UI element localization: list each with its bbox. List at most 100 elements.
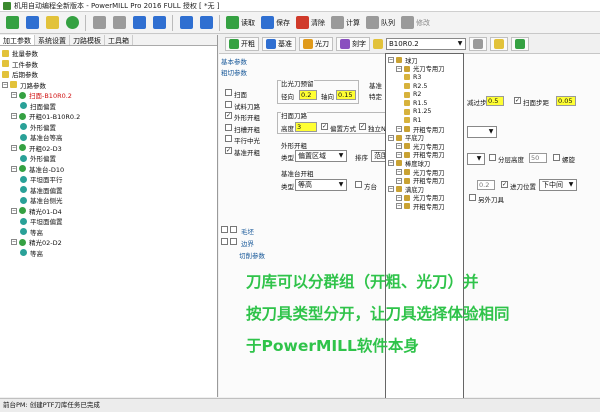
tree-item[interactable]: 后期参数 bbox=[2, 69, 215, 80]
feed-checkbox[interactable]: ✓ bbox=[501, 181, 508, 188]
pitch-checkbox[interactable]: ✓ bbox=[514, 97, 521, 104]
expand-toggle-icon[interactable]: − bbox=[11, 92, 17, 99]
tree-item[interactable]: 基准台等高 bbox=[2, 132, 215, 143]
section-roughing[interactable]: 粗切参数 bbox=[221, 67, 247, 77]
pitch-field[interactable]: 0.05 bbox=[556, 96, 576, 106]
expand-toggle-icon[interactable]: − bbox=[388, 134, 394, 141]
new-button[interactable] bbox=[3, 14, 21, 32]
tree-item[interactable]: − 扫面-B10R0.2 bbox=[2, 90, 215, 101]
modify-button[interactable]: 修改 bbox=[399, 14, 432, 32]
folder-button[interactable] bbox=[150, 14, 168, 32]
expand-toggle-icon[interactable]: − bbox=[396, 151, 402, 158]
operation-checkbox[interactable]: ✓ bbox=[225, 146, 232, 154]
type-select[interactable]: 偏置区域 ▼ bbox=[295, 150, 347, 162]
axial-field[interactable]: 0.15 bbox=[336, 90, 356, 100]
operation-checkbox[interactable] bbox=[225, 135, 232, 142]
tool-tree-item[interactable]: R1.25 bbox=[388, 108, 461, 117]
expand-toggle-icon[interactable]: − bbox=[11, 165, 17, 172]
next-button[interactable] bbox=[197, 14, 215, 32]
engrave-button[interactable]: 刻字 bbox=[336, 37, 370, 51]
independent-checkbox[interactable]: ✓ bbox=[359, 123, 366, 130]
sort2-select[interactable]: ▼ bbox=[467, 153, 485, 165]
expand-toggle-icon[interactable]: − bbox=[396, 65, 402, 72]
tree-item[interactable]: 平坦面平行 bbox=[2, 174, 215, 185]
tool-tree-item[interactable]: − 平底刀 bbox=[388, 133, 461, 142]
tool-tree-item[interactable]: − 开粗专用刀 bbox=[388, 125, 461, 134]
sides-field[interactable]: 0.2 bbox=[477, 180, 495, 190]
expand-toggle-icon[interactable]: − bbox=[396, 177, 402, 184]
tool-tree-item[interactable]: − 球刀 bbox=[388, 56, 461, 65]
tree-item[interactable]: 外形偏置 bbox=[2, 122, 215, 133]
expand-toggle-icon[interactable]: − bbox=[2, 81, 8, 88]
layer-height-checkbox[interactable] bbox=[489, 154, 496, 161]
extra-tool-checkbox[interactable] bbox=[469, 194, 476, 201]
first-button[interactable] bbox=[177, 14, 195, 32]
expand-toggle-icon[interactable]: − bbox=[396, 143, 402, 150]
tree-item[interactable]: 基准面偏置 bbox=[2, 185, 215, 196]
blank-checkbox-2[interactable] bbox=[230, 226, 237, 233]
finish-button[interactable]: 光刀 bbox=[299, 37, 333, 51]
tool-tree-item[interactable]: R2 bbox=[388, 90, 461, 99]
expand-toggle-icon[interactable]: − bbox=[11, 113, 17, 120]
tool-tree-item[interactable]: − 开粗专用刀 bbox=[388, 176, 461, 185]
tree-item[interactable]: 外形偏置 bbox=[2, 153, 215, 164]
tree-item[interactable]: 等高 bbox=[2, 227, 215, 238]
save-button[interactable]: 保存 bbox=[259, 14, 292, 32]
tree-item[interactable]: − 精光02-D2 bbox=[2, 237, 215, 248]
blank-checkbox[interactable] bbox=[221, 226, 228, 233]
tree-item[interactable]: 工件参数 bbox=[2, 59, 215, 70]
offset-mode-checkbox[interactable]: ✓ bbox=[321, 123, 328, 130]
expand-toggle-icon[interactable]: − bbox=[396, 203, 402, 210]
expand-toggle-icon[interactable]: − bbox=[388, 160, 394, 167]
tab-toolpath-templates[interactable]: 刀路模板 bbox=[70, 35, 105, 45]
tool-dropdown-list[interactable]: − 球刀 − 光刀专用刀 R3 R2.5 R2 R1.5 R1.25 R1− 开粗专用刀 − 平底刀 − 光… bbox=[385, 53, 464, 411]
tool-button[interactable] bbox=[90, 14, 108, 32]
tool-edit-button[interactable] bbox=[490, 37, 508, 51]
section-cut-params[interactable]: 切削参数 bbox=[239, 250, 265, 260]
feed-select[interactable]: 下中间 ▼ bbox=[539, 179, 577, 191]
expand-toggle-icon[interactable]: − bbox=[11, 207, 17, 214]
tree-item[interactable]: − 开粗01-B10R0.2 bbox=[2, 111, 215, 122]
tree-item[interactable]: − 基准台-D10 bbox=[2, 164, 215, 175]
tool-download-button[interactable] bbox=[511, 37, 529, 51]
tree-item[interactable]: − 开粗02-D3 bbox=[2, 143, 215, 154]
height-field[interactable]: 3 bbox=[295, 122, 317, 132]
tool-tree-item[interactable]: R1.5 bbox=[388, 99, 461, 108]
tree-item[interactable]: 批量参数 bbox=[2, 48, 215, 59]
mode-select[interactable]: ▼ bbox=[467, 126, 497, 138]
tool-tree-item[interactable]: − 满底刀 bbox=[388, 185, 461, 194]
expand-toggle-icon[interactable]: − bbox=[388, 186, 394, 193]
tree-item[interactable]: − 刀路参数 bbox=[2, 80, 215, 91]
tree-item[interactable]: 平坦面偏置 bbox=[2, 216, 215, 227]
boundary-checkbox-2[interactable] bbox=[230, 238, 237, 245]
layer-height-field[interactable]: 50 bbox=[529, 153, 547, 163]
tab-toolbox[interactable]: 工具箱 bbox=[105, 35, 133, 45]
square-checkbox[interactable] bbox=[355, 181, 362, 188]
play-button[interactable] bbox=[130, 14, 148, 32]
expand-toggle-icon[interactable]: − bbox=[396, 194, 402, 201]
cut-width-field[interactable]: 0.5 bbox=[486, 96, 504, 106]
load-button[interactable]: 读取 bbox=[224, 14, 257, 32]
clear-button[interactable]: 清除 bbox=[294, 14, 327, 32]
tree-button[interactable] bbox=[110, 14, 128, 32]
tree-item[interactable]: − 精光01-D4 bbox=[2, 206, 215, 217]
tree-item[interactable]: 基准台侧光 bbox=[2, 195, 215, 206]
tool-tree-item[interactable]: R1 bbox=[388, 116, 461, 125]
calc-button[interactable]: 计算 bbox=[329, 14, 362, 32]
expand-toggle-icon[interactable]: − bbox=[388, 57, 394, 64]
expand-toggle-icon[interactable]: − bbox=[11, 144, 17, 151]
settings-button[interactable] bbox=[43, 14, 61, 32]
tool-tree-item[interactable]: R2.5 bbox=[388, 82, 461, 91]
operation-checkbox[interactable] bbox=[225, 123, 232, 131]
tool-tree-item[interactable]: − 棒度球刀 bbox=[388, 159, 461, 168]
rough-button[interactable]: 开粗 bbox=[225, 37, 259, 51]
tool-tree-item[interactable]: − 光刀专用刀 bbox=[388, 168, 461, 177]
tree-item[interactable]: 扫面偏置 bbox=[2, 101, 215, 112]
operation-checkbox[interactable]: ✓ bbox=[225, 112, 232, 119]
expand-toggle-icon[interactable]: − bbox=[11, 239, 17, 246]
tool-tree-item[interactable]: − 光刀专用刀 bbox=[388, 142, 461, 151]
operation-checkbox[interactable] bbox=[225, 100, 232, 108]
tool-lib-button[interactable] bbox=[469, 37, 487, 51]
tool-tree-item[interactable]: R3 bbox=[388, 73, 461, 82]
spiral-checkbox[interactable] bbox=[553, 154, 560, 161]
